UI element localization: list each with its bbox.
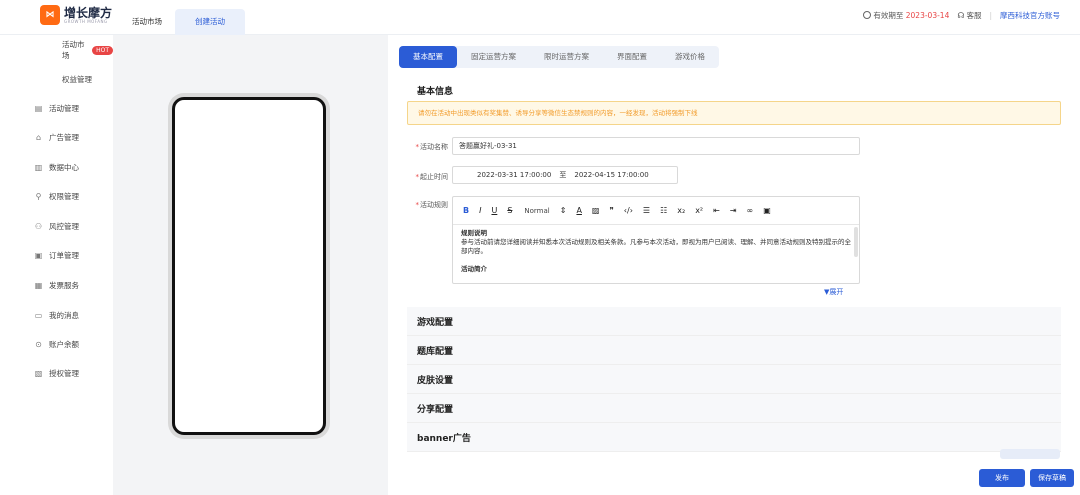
- validity: 有效期至 2023-03-14: [863, 10, 949, 21]
- phone-power-button: [327, 146, 330, 188]
- image-icon[interactable]: ▣: [763, 206, 771, 215]
- wallet-icon: ⊙: [35, 339, 42, 349]
- clock-icon: [863, 11, 872, 19]
- top-tab-market[interactable]: 活动市场: [120, 9, 174, 35]
- font-color-icon[interactable]: A: [576, 206, 581, 215]
- rules-paragraph: 参与活动前请您详细阅读并知悉本次活动规则及相关条款。凡参与本次活动，即视为用户已…: [461, 238, 851, 255]
- basic-info-title: 基本信息: [417, 87, 454, 97]
- sidebar-item-permission[interactable]: ⚲ 权限管理: [0, 186, 113, 206]
- indent-icon[interactable]: ⇥: [730, 206, 737, 215]
- sidebar-item-rights[interactable]: 权益管理: [0, 69, 113, 89]
- sidebar-item-risk[interactable]: ⚇ 风控管理: [0, 216, 113, 236]
- activity-name-input[interactable]: 答题赢好礼-03-31: [452, 137, 860, 155]
- subscript-icon[interactable]: x₂: [677, 206, 685, 215]
- sidebar-item-market[interactable]: 活动市场 HOT: [0, 40, 113, 60]
- section-question-bank[interactable]: 题库配置: [407, 336, 1061, 365]
- save-draft-button[interactable]: 保存草稿: [1030, 469, 1074, 487]
- user-key-icon: ⚲: [35, 191, 42, 201]
- sidebar-item-messages[interactable]: ▭ 我的消息: [0, 305, 113, 325]
- tab-limited-plan[interactable]: 限时运营方案: [530, 46, 603, 68]
- ordered-list-icon[interactable]: ☰: [643, 206, 650, 215]
- rules-editor[interactable]: B I U S Normal ⇕ A ▨ ❞ ‹/› ☰ ☷ x₂ x² ⇤ ⇥…: [452, 196, 860, 284]
- phone-side-button: [168, 172, 171, 188]
- bold-icon[interactable]: B: [463, 206, 469, 215]
- time-range-picker[interactable]: 2022-03-31 17:00:00 至 2022-04-15 17:00:0…: [452, 166, 678, 184]
- hot-badge: HOT: [92, 45, 113, 55]
- chevron-updown-icon[interactable]: ⇕: [560, 206, 567, 215]
- editor-toolbar: B I U S Normal ⇕ A ▨ ❞ ‹/› ☰ ☷ x₂ x² ⇤ ⇥…: [453, 197, 859, 225]
- time-separator: 至: [559, 171, 567, 179]
- logo-icon: ⋈: [40, 5, 60, 25]
- format-select[interactable]: Normal: [524, 207, 549, 215]
- sidebar-item-orders[interactable]: ▣ 订单管理: [0, 245, 113, 265]
- editor-content[interactable]: 规则说明 参与活动前请您详细阅读并知悉本次活动规则及相关条款。凡参与本次活动，即…: [461, 229, 853, 274]
- brand-logo[interactable]: ⋈ 增长摩方 GROWTH MOFANG: [40, 5, 112, 25]
- section-game-config[interactable]: 游戏配置: [407, 307, 1061, 336]
- tab-basic[interactable]: 基本配置: [399, 46, 457, 68]
- brand-name: 增长摩方: [64, 5, 113, 20]
- headset-icon: ☊: [957, 11, 965, 20]
- outdent-icon[interactable]: ⇤: [713, 206, 720, 215]
- account-link[interactable]: 摩西科技官方账号: [1000, 10, 1060, 21]
- start-time: 2022-03-31 17:00:00: [477, 171, 552, 179]
- tab-ui-config[interactable]: 界面配置: [603, 46, 661, 68]
- publish-button[interactable]: 发布: [979, 469, 1025, 487]
- italic-icon[interactable]: I: [479, 206, 481, 215]
- users-icon: ⚇: [34, 221, 43, 231]
- sidebar-item-balance[interactable]: ⊙ 账户余额: [0, 334, 113, 354]
- sidebar-item-authorization[interactable]: ▧ 授权管理: [0, 363, 113, 383]
- link-icon[interactable]: ∞: [747, 206, 754, 215]
- tab-game-price[interactable]: 游戏价格: [661, 46, 719, 68]
- list-icon: ▤: [34, 103, 43, 113]
- tab-fixed-plan[interactable]: 固定运营方案: [457, 46, 530, 68]
- brand-subtitle: GROWTH MOFANG: [64, 18, 108, 24]
- sidebar-item-data[interactable]: ▥ 数据中心: [0, 157, 113, 177]
- sidebar-item-activity[interactable]: ▤ 活动管理: [0, 98, 113, 118]
- underline-icon[interactable]: U: [491, 206, 497, 215]
- phone-side-button: [168, 148, 171, 164]
- sidebar: 活动市场 HOT 权益管理 ▤ 活动管理 ⌂ 广告管理 ▥ 数据中心 ⚲ 权限管理 ⚇ 风…: [0, 35, 113, 495]
- superscript-icon[interactable]: x²: [695, 206, 703, 215]
- background-color-icon[interactable]: ▨: [592, 206, 600, 215]
- section-banner-ads[interactable]: banner广告: [407, 423, 1061, 452]
- strikethrough-icon[interactable]: S: [507, 206, 512, 215]
- authorization-icon: ▧: [34, 368, 43, 378]
- quote-icon[interactable]: ❞: [609, 206, 613, 215]
- rules-label: *活动规则: [415, 201, 449, 209]
- top-bar: ⋈ 增长摩方 GROWTH MOFANG 活动市场 创建活动 有效期至 2023…: [0, 0, 1080, 35]
- activity-name-label: *活动名称: [415, 143, 449, 151]
- config-tabs: 基本配置 固定运营方案 限时运营方案 界面配置 游戏价格: [399, 46, 719, 68]
- home-icon: ⌂: [35, 132, 42, 142]
- editor-scrollbar[interactable]: [854, 227, 858, 257]
- sidebar-item-invoice[interactable]: ▦ 发票服务: [0, 275, 113, 295]
- section-share-config[interactable]: 分享配置: [407, 394, 1061, 423]
- top-tab-create[interactable]: 创建活动: [175, 9, 245, 35]
- warning-banner: 请勿在活动中出现类似有奖集赞、诱导分享等微信生态禁规则的内容，一经发现，活动将强…: [407, 101, 1061, 125]
- sidebar-item-ads[interactable]: ⌂ 广告管理: [0, 127, 113, 147]
- invoice-icon: ▦: [34, 280, 43, 290]
- time-range-label: *起止时间: [415, 173, 449, 181]
- chart-icon: ▥: [34, 162, 43, 172]
- validity-date: 2023-03-14: [905, 11, 950, 20]
- code-icon[interactable]: ‹/›: [624, 206, 633, 215]
- section-skin-settings[interactable]: 皮肤设置: [407, 365, 1061, 394]
- end-time: 2022-04-15 17:00:00: [574, 171, 649, 179]
- divider: |: [989, 11, 992, 20]
- intro-heading: 活动简介: [461, 265, 487, 273]
- message-icon: ▭: [34, 310, 43, 320]
- phone-preview: [172, 97, 326, 435]
- bullet-list-icon[interactable]: ☷: [660, 206, 667, 215]
- partially-hidden-button: [1000, 449, 1060, 459]
- rules-heading: 规则说明: [461, 229, 487, 237]
- expand-toggle[interactable]: ▼展开: [824, 287, 843, 297]
- service-link[interactable]: ☊ 客服: [957, 10, 981, 21]
- order-icon: ▣: [34, 250, 43, 260]
